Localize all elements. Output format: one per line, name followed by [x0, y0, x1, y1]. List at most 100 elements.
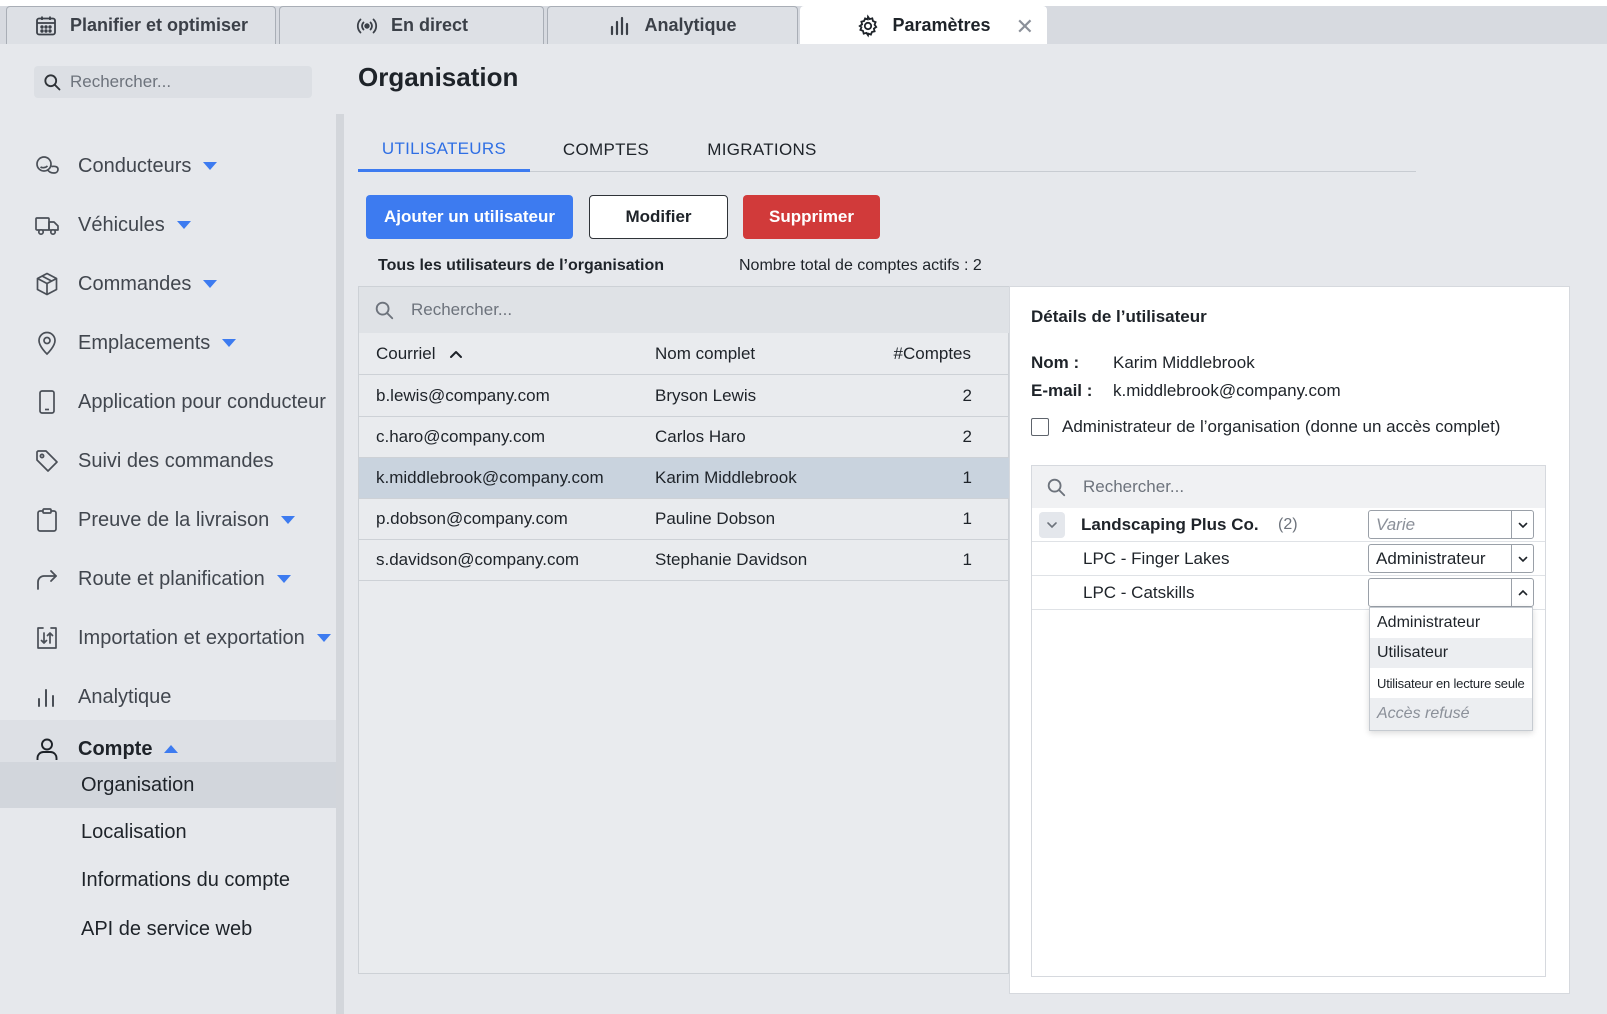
chevron-down-icon[interactable] [176, 221, 191, 229]
cell-email: p.dobson@company.com [376, 509, 568, 528]
tab-label: Paramètres [892, 15, 991, 35]
sidebar-item-label: Emplacements [78, 331, 211, 354]
sidebar-subitem-organization[interactable]: Organisation [0, 762, 336, 808]
sidebar-item-route-planning[interactable]: Route et planification [0, 557, 336, 601]
org-admin-checkbox-row[interactable]: Administrateur de l’organisation (donne … [1031, 417, 1500, 437]
cell-full-name: Carlos Haro [655, 427, 746, 446]
window-tab-bar: Planifier et optimiser En direct Analyti… [0, 0, 1607, 44]
location-pin-icon [38, 331, 56, 356]
role-option-access-denied[interactable]: Accès refusé [1370, 698, 1532, 730]
cell-full-name: Pauline Dobson [655, 509, 776, 528]
sidebar-item-import-export[interactable]: Importation et exportation [0, 616, 336, 660]
sidebar-item-order-tracking[interactable]: Suivi des commandes [0, 439, 336, 483]
column-header-email[interactable]: Courriel [376, 333, 464, 374]
tab-label: Analytique [644, 15, 737, 35]
users-table-panel: Courriel Nom complet #Comptes b.lewis@co… [358, 286, 1010, 974]
sidebar-item-label: Importation et exportation [78, 626, 305, 649]
table-row[interactable]: c.haro@company.com Carlos Haro 2 [359, 417, 1010, 458]
sidebar-scrollbar[interactable] [336, 114, 344, 1014]
cell-accounts: 2 [962, 386, 972, 405]
org-admin-checkbox[interactable] [1031, 418, 1049, 436]
column-header-full-name[interactable]: Nom complet [655, 333, 755, 374]
account-row: LPC - Catskills [1032, 576, 1545, 610]
table-row-selected[interactable]: k.middlebrook@company.com Karim Middlebr… [359, 458, 1010, 499]
users-table-header: Courriel Nom complet #Comptes [359, 333, 1010, 375]
users-list-caption: Tous les utilisateurs de l’organisation [378, 257, 664, 274]
tab-analytics[interactable]: Analytique [547, 6, 798, 44]
edit-button[interactable]: Modifier [589, 195, 728, 239]
sidebar-item-locations[interactable]: Emplacements [0, 321, 336, 365]
tab-migrations[interactable]: MIGRATIONS [682, 128, 842, 172]
phone-icon [39, 390, 55, 414]
tab-settings[interactable]: Paramètres ✕ [800, 6, 1047, 44]
tab-plan-optimize[interactable]: Planifier et optimiser [6, 6, 276, 44]
expand-toggle[interactable] [1039, 512, 1065, 538]
tab-label: Planifier et optimiser [69, 15, 249, 35]
close-icon[interactable]: ✕ [1016, 14, 1034, 40]
accounts-search[interactable] [1032, 466, 1545, 508]
role-select-open[interactable] [1368, 578, 1534, 607]
detail-name-row: Nom : Karim Middlebrook [1031, 353, 1255, 373]
sidebar-item-drivers[interactable]: Conducteurs [0, 144, 336, 188]
chevron-down-icon[interactable] [276, 575, 291, 583]
tab-live[interactable]: En direct [279, 6, 544, 44]
user-details-title: Détails de l’utilisateur [1031, 307, 1207, 326]
bar-chart-icon [38, 689, 54, 707]
sidebar-subitem-web-service-api[interactable]: API de service web [0, 906, 336, 952]
account-name: LPC - Finger Lakes [1083, 549, 1230, 568]
sidebar-subitem-label: API de service web [81, 917, 253, 940]
sidebar-search-input[interactable] [70, 72, 300, 92]
cell-email: c.haro@company.com [376, 427, 546, 446]
chevron-down-icon[interactable] [1511, 545, 1533, 572]
sidebar-subitem-account-info[interactable]: Informations du compte [0, 857, 336, 903]
column-header-accounts[interactable]: #Comptes [894, 333, 971, 374]
search-icon [375, 301, 394, 320]
sidebar-item-driver-app[interactable]: Application pour conducteur [0, 380, 336, 424]
table-row[interactable]: p.dobson@company.com Pauline Dobson 1 [359, 499, 1010, 540]
chevron-up-icon[interactable] [164, 745, 179, 753]
sidebar: Conducteurs Véhicules Commandes Emplacem… [0, 44, 336, 1014]
chevron-up-icon[interactable] [1511, 579, 1533, 606]
accounts-search-input[interactable] [1083, 477, 1513, 497]
tab-users[interactable]: UTILISATEURS [358, 128, 530, 172]
import-export-icon [37, 627, 57, 649]
sort-ascending-icon[interactable] [448, 346, 464, 362]
sidebar-item-vehicles[interactable]: Véhicules [0, 203, 336, 247]
sidebar-search[interactable] [34, 66, 312, 98]
sidebar-item-analytics[interactable]: Analytique [0, 675, 336, 719]
delete-button[interactable]: Supprimer [743, 195, 880, 239]
users-search-input[interactable] [411, 300, 971, 320]
sidebar-item-orders[interactable]: Commandes [0, 262, 336, 306]
sidebar-item-proof-of-delivery[interactable]: Preuve de la livraison [0, 498, 336, 542]
cell-accounts: 1 [962, 550, 972, 569]
cell-email: s.davidson@company.com [376, 550, 580, 569]
table-row[interactable]: b.lewis@company.com Bryson Lewis 2 [359, 376, 1010, 417]
role-select[interactable]: Administrateur [1368, 544, 1534, 573]
table-row[interactable]: s.davidson@company.com Stephanie Davidso… [359, 540, 1010, 581]
detail-name-value: Karim Middlebrook [1113, 353, 1255, 372]
chevron-down-icon[interactable] [281, 516, 296, 524]
chevron-down-icon [1047, 522, 1057, 529]
sidebar-item-label: Preuve de la livraison [78, 508, 270, 531]
chevron-down-icon[interactable] [222, 339, 237, 347]
role-option-read-only-user[interactable]: Utilisateur en lecture seule [1370, 668, 1532, 698]
tab-accounts[interactable]: COMPTES [540, 128, 672, 172]
role-select-value: Varie [1376, 514, 1416, 534]
chevron-down-icon[interactable] [316, 634, 331, 642]
sidebar-subitem-localization[interactable]: Localisation [0, 809, 336, 855]
role-option-administrator[interactable]: Administrateur [1370, 608, 1532, 638]
cell-accounts: 1 [962, 509, 972, 528]
chevron-down-icon[interactable] [203, 162, 218, 170]
chevron-down-icon[interactable] [1511, 511, 1533, 538]
chevron-down-icon[interactable] [203, 280, 218, 288]
page-title: Organisation [358, 62, 519, 92]
column-header-label: Courriel [376, 343, 436, 363]
account-name: Landscaping Plus Co. [1081, 515, 1259, 534]
add-user-button[interactable]: Ajouter un utilisateur [366, 195, 573, 239]
cell-email: b.lewis@company.com [376, 386, 550, 405]
users-search[interactable] [359, 287, 1010, 333]
role-select[interactable]: Varie [1368, 510, 1534, 539]
main-tab-bar: UTILISATEURS COMPTES MIGRATIONS [358, 128, 1416, 172]
role-option-user[interactable]: Utilisateur [1370, 638, 1532, 668]
cell-full-name: Stephanie Davidson [655, 550, 808, 569]
